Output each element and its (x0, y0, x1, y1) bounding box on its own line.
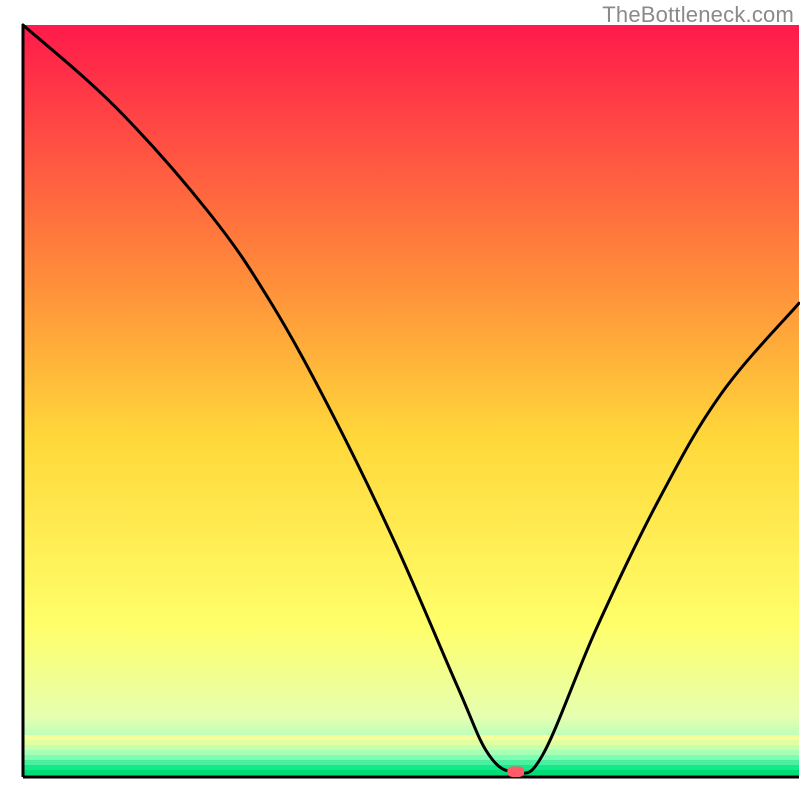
bottleneck-chart (0, 0, 800, 800)
optimal-marker (507, 766, 524, 777)
bottom-green-bands (23, 735, 799, 775)
chart-container: TheBottleneck.com (0, 0, 800, 800)
plot-background (23, 25, 799, 777)
watermark-text: TheBottleneck.com (602, 2, 794, 28)
